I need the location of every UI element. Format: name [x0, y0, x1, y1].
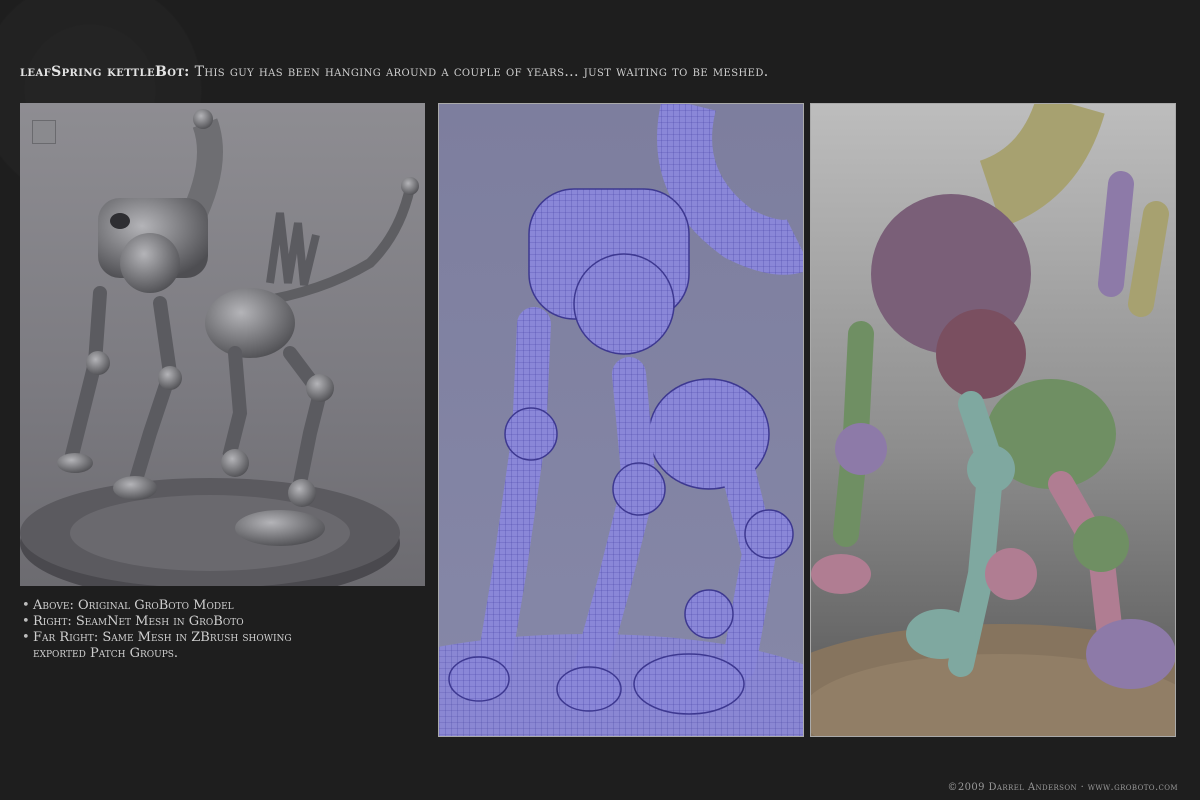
headline-text: This guy has been hanging around a coupl… [194, 64, 769, 80]
grey-robot-illustration [20, 109, 419, 586]
wireframe-robot-illustration [439, 104, 803, 736]
patch-groups-robot-illustration [811, 104, 1175, 736]
patch-groups-image [810, 103, 1176, 737]
bullet-far-right: Far Right: Same Mesh in ZBrush showing [22, 630, 422, 646]
grey-render-image [20, 103, 425, 586]
page-headline: leafSpring kettleBot: This guy has been … [20, 64, 769, 80]
copyright-text: ©2009 Darrel Anderson · www.groboto.com [947, 782, 1178, 793]
bullet-above: Above: Original GroBoto Model [22, 598, 422, 614]
bullet-right: Right: SeamNet Mesh in GroBoto [22, 614, 422, 630]
bullet-far-right-continued: exported Patch Groups. [33, 646, 179, 661]
description-list: Above: Original GroBoto Model Right: Sea… [22, 598, 422, 662]
wireframe-mesh-image [438, 103, 804, 737]
headline-title: leafSpring kettleBot: [20, 64, 190, 80]
panel-toggle-icon [32, 120, 56, 144]
